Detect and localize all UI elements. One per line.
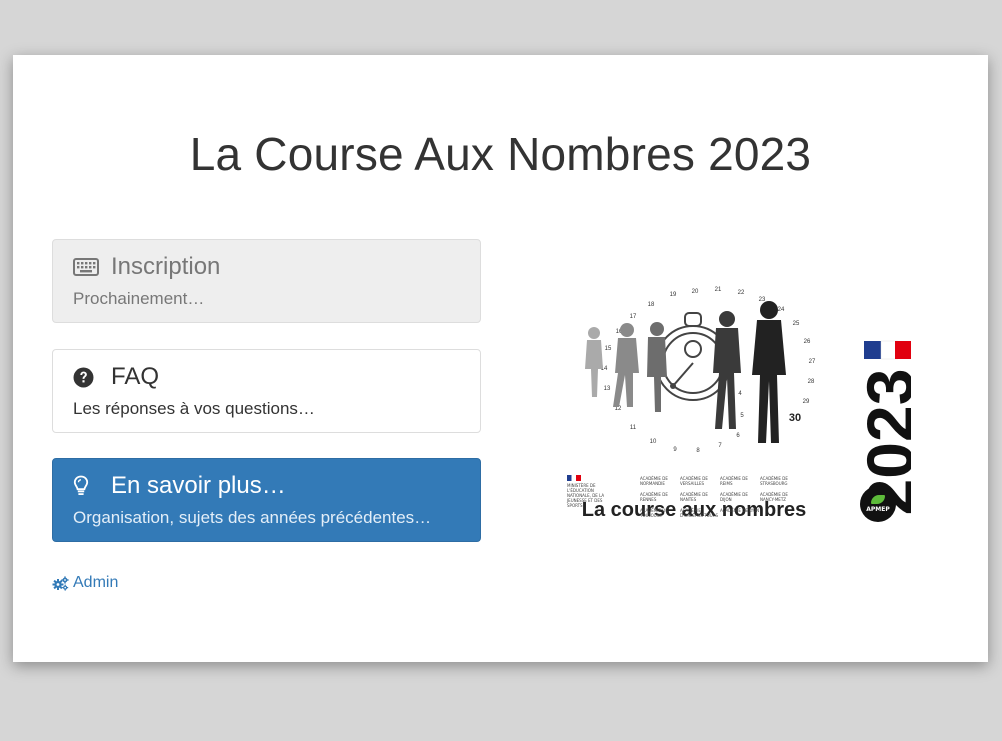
ministry-logo: MINISTÈRE DE L'ÉDUCATION NATIONALE, DE L… xyxy=(567,475,611,508)
svg-text:25: 25 xyxy=(793,321,800,327)
inscription-panel[interactable]: Inscription Prochainement… xyxy=(52,239,481,323)
academy-label: ACADÉMIE DE REIMS xyxy=(720,476,748,486)
svg-text:29: 29 xyxy=(803,399,810,405)
faq-label: FAQ xyxy=(111,363,160,390)
admin-link[interactable]: Admin xyxy=(52,574,118,592)
svg-text:20: 20 xyxy=(692,289,699,295)
svg-text:7: 7 xyxy=(718,443,722,449)
svg-text:17: 17 xyxy=(630,314,637,320)
main-card: La Course Aux Nombres 2023 Inscription P… xyxy=(13,55,988,662)
svg-text:26: 26 xyxy=(804,339,811,345)
academy-label: ACADÉMIE DE VERSAILLES xyxy=(680,476,708,486)
academy-label: ACADÉMIE DE TOULOUSE xyxy=(640,508,668,518)
question-circle-icon xyxy=(73,364,99,390)
svg-text:5: 5 xyxy=(740,413,744,419)
svg-text:18: 18 xyxy=(648,302,655,308)
svg-text:27: 27 xyxy=(809,359,816,365)
svg-text:21: 21 xyxy=(715,287,722,293)
academy-label: ACADÉMIE DE DIJON xyxy=(720,492,748,502)
svg-text:13: 13 xyxy=(604,386,611,392)
en-savoir-plus-label: En savoir plus… xyxy=(111,472,286,499)
academy-label: ACADÉMIE DE NANCY-METZ xyxy=(760,492,788,502)
keyboard-icon xyxy=(73,254,99,280)
svg-text:24: 24 xyxy=(778,307,785,313)
page-title: La Course Aux Nombres 2023 xyxy=(189,128,812,180)
en-savoir-plus-panel[interactable]: En savoir plus… Organisation, sujets des… xyxy=(52,458,481,542)
apmep-badge: APMEP xyxy=(860,486,896,522)
svg-text:22: 22 xyxy=(738,290,745,296)
faq-subtitle: Les réponses à vos questions… xyxy=(73,399,315,418)
academy-label: ACADÉMIE DE STRASBOURG xyxy=(760,476,788,486)
svg-text:8: 8 xyxy=(696,448,700,454)
svg-text:9: 9 xyxy=(673,447,677,453)
inscription-subtitle: Prochainement… xyxy=(73,289,205,308)
cogs-icon xyxy=(52,575,69,591)
svg-text:10: 10 xyxy=(650,439,657,445)
apmep-leaf-icon xyxy=(871,495,885,504)
academy-label: ACADÉMIE DE RENNES xyxy=(640,492,668,502)
logo-partners: MINISTÈRE DE L'ÉDUCATION NATIONALE, DE L… xyxy=(567,475,797,523)
svg-text:11: 11 xyxy=(630,425,637,431)
academy-label: ACADÉMIE DE NORMANDIE xyxy=(640,476,668,486)
academy-label: ACADÉMIE DE LYON xyxy=(720,508,760,513)
faq-panel[interactable]: FAQ Les réponses à vos questions… xyxy=(52,349,481,433)
lightbulb-icon xyxy=(73,473,99,499)
svg-text:19: 19 xyxy=(670,292,677,298)
svg-text:28: 28 xyxy=(808,379,815,385)
svg-text:4: 4 xyxy=(738,391,742,397)
svg-text:6: 6 xyxy=(736,433,740,439)
academy-label: ACADÉMIE D'ORLÉANS-TOURS xyxy=(680,508,719,518)
admin-label: Admin xyxy=(73,574,119,591)
svg-text:15: 15 xyxy=(605,346,612,352)
academy-label: ACADÉMIE DE NANTES xyxy=(680,492,708,502)
inscription-label: Inscription xyxy=(111,253,221,280)
en-savoir-plus-subtitle: Organisation, sujets des années précéden… xyxy=(73,508,432,527)
logo-dial-label: 30 xyxy=(789,412,801,424)
